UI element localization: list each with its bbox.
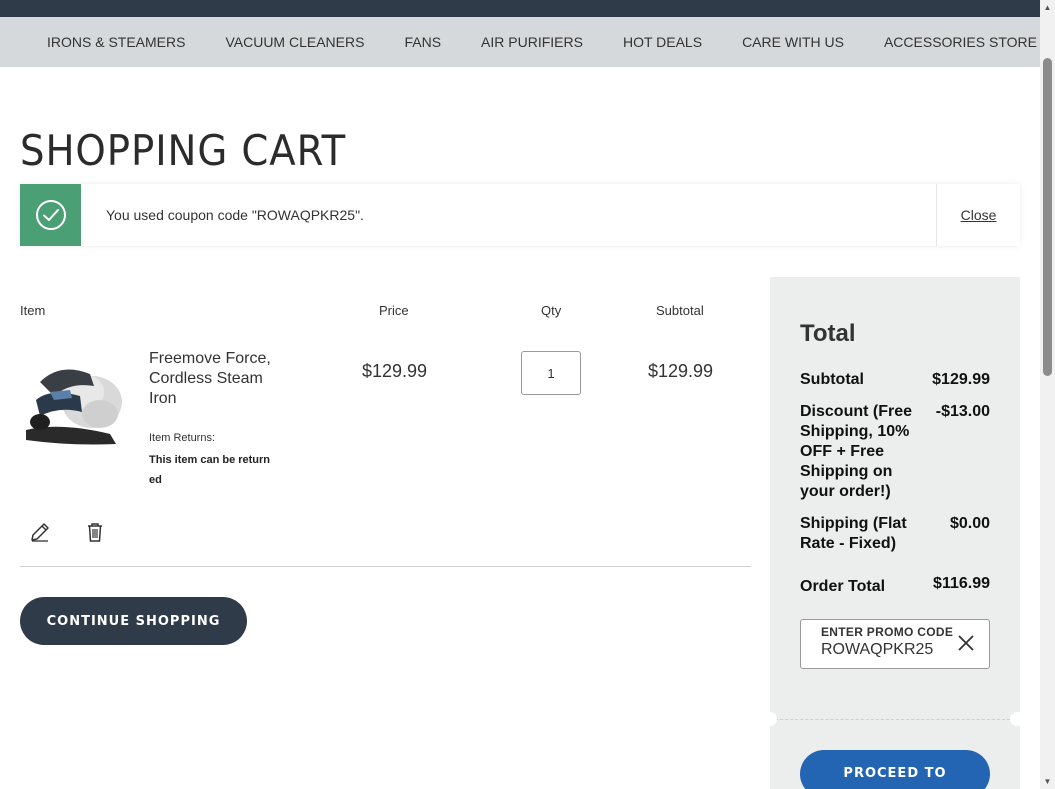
col-header-price: Price <box>379 303 409 318</box>
summary-discount-label: Discount (Free Shipping, 10% OFF + Free … <box>800 403 913 500</box>
page-title: SHOPPING CART <box>20 126 347 175</box>
summary-separator <box>775 719 1015 720</box>
top-strip <box>0 0 1040 17</box>
scroll-down-arrow-icon[interactable]: ▼ <box>1040 774 1055 789</box>
nav-air-purifiers[interactable]: AIR PURIFIERS <box>461 34 603 50</box>
item-price: $129.99 <box>362 361 428 381</box>
ticket-notch-right <box>1010 712 1024 726</box>
page-scrollbar[interactable]: ▲ ▼ <box>1040 0 1055 789</box>
promo-code-value[interactable]: ROWAQPKR25 <box>821 641 933 659</box>
nav-accessories-store[interactable]: ACCESSORIES STORE <box>864 34 1055 50</box>
summary-shipping-label: Shipping (Flat Rate - Fixed) <box>800 515 907 552</box>
ticket-notch-left <box>763 712 777 726</box>
proceed-to-checkout-button[interactable]: PROCEED TO <box>800 750 990 789</box>
continue-shopping-button[interactable]: CONTINUE SHOPPING <box>20 597 247 645</box>
item-subtotal: $129.99 <box>648 361 714 381</box>
col-header-qty: Qty <box>541 303 562 318</box>
nav-vacuum-cleaners[interactable]: VACUUM CLEANERS <box>205 34 384 50</box>
summary-order-total-label: Order Total <box>800 578 886 595</box>
summary-discount-value: -$13.00 <box>935 403 990 420</box>
nav-irons-steamers[interactable]: IRONS & STEAMERS <box>27 34 205 50</box>
summary-title: Total <box>800 320 856 347</box>
coupon-success-message: You used coupon code "ROWAQPKR25". Close <box>20 184 1020 246</box>
summary-order-total-value: $116.99 <box>933 575 990 592</box>
nav-care-with-us[interactable]: CARE WITH US <box>722 34 864 50</box>
edit-pencil-icon[interactable] <box>28 520 52 544</box>
item-returns-value: This item can be returned <box>149 454 271 486</box>
summary-subtotal-value: $129.99 <box>932 371 990 388</box>
item-returns-label: Item Returns: <box>149 432 216 444</box>
quantity-input[interactable] <box>521 351 581 395</box>
message-close-link[interactable]: Close <box>936 184 1020 246</box>
trash-icon[interactable] <box>83 520 107 544</box>
cart-divider <box>20 566 751 567</box>
scroll-up-arrow-icon[interactable]: ▲ <box>1040 0 1055 15</box>
check-circle-icon <box>35 200 66 230</box>
col-header-subtotal: Subtotal <box>656 303 704 318</box>
message-text: You used coupon code "ROWAQPKR25". <box>106 207 364 223</box>
success-icon-box <box>20 184 81 246</box>
scroll-thumb[interactable] <box>1043 58 1052 376</box>
nav-fans[interactable]: FANS <box>384 34 461 50</box>
summary-shipping-value: $0.00 <box>949 515 990 532</box>
product-name-link[interactable]: Freemove Force, Cordless Steam Iron <box>149 349 279 409</box>
main-nav: IRONS & STEAMERS VACUUM CLEANERS FANS AI… <box>0 17 1040 67</box>
col-header-item: Item <box>20 303 46 318</box>
promo-code-field[interactable]: ENTER PROMO CODE ROWAQPKR25 <box>800 619 990 669</box>
nav-hot-deals[interactable]: HOT DEALS <box>603 34 722 50</box>
summary-subtotal-label: Subtotal <box>800 371 864 388</box>
product-image[interactable] <box>20 352 126 456</box>
close-icon[interactable] <box>957 634 975 652</box>
promo-code-label: ENTER PROMO CODE <box>821 625 954 639</box>
